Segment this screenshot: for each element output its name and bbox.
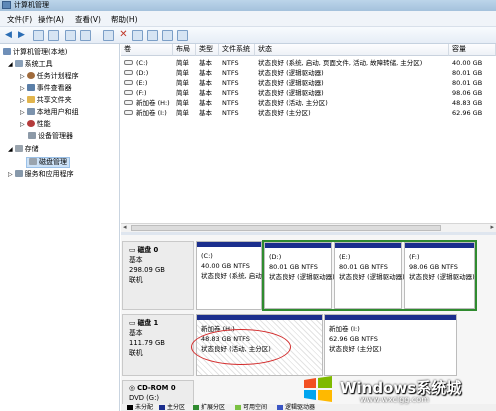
- legend-swatch-primary: [159, 405, 165, 410]
- partition-c[interactable]: (C:) 40.00 GB NTFS 状态良好 (系统, 启动: [196, 241, 262, 310]
- scroll-right-icon[interactable]: ▸: [490, 223, 494, 231]
- volume-row[interactable]: (C:) 简单 基本 NTFS 状态良好 (系统, 启动, 页面文件, 活动, …: [121, 58, 496, 68]
- tree-disk-management[interactable]: 磁盘管理: [26, 157, 70, 168]
- volume-list: 卷 布局 类型 文件系统 状态 容量 (C:) 简单 基本 NTFS 状态良好 …: [121, 44, 496, 232]
- logical-drive-bar: [335, 243, 401, 248]
- legend-swatch-logical: [277, 405, 283, 410]
- windows-logo-icon: [304, 376, 332, 402]
- drive-icon: [124, 100, 133, 105]
- show-hide-tree-icon[interactable]: [48, 30, 59, 41]
- disk-icon: ▭: [129, 246, 138, 254]
- column-layout[interactable]: 布局: [173, 44, 196, 56]
- clock-icon: [26, 72, 35, 79]
- tree-device-manager[interactable]: 设备管理器: [28, 132, 73, 141]
- event-viewer-icon: [26, 84, 35, 91]
- format-icon[interactable]: [177, 30, 188, 41]
- annotation-circle: [191, 329, 291, 365]
- tree-system-tools[interactable]: ◢ 系统工具: [8, 60, 53, 69]
- forward-icon[interactable]: ▶: [16, 30, 27, 41]
- tree-services-apps[interactable]: ▷ 服务和应用程序: [8, 170, 74, 179]
- tree-local-users[interactable]: ▷ 本地用户和组: [20, 108, 79, 117]
- disk-icon: ▭: [129, 319, 138, 327]
- users-icon: [26, 108, 35, 115]
- performance-icon: [26, 120, 35, 127]
- partition-e[interactable]: (E:) 80.01 GB NTFS 状态良好 (逻辑驱动器): [334, 242, 405, 309]
- legend-swatch-free: [235, 405, 241, 410]
- drive-icon: [124, 70, 133, 75]
- tree-shared-folders[interactable]: ▷ 共享文件夹: [20, 96, 72, 105]
- scrollbar-thumb[interactable]: [131, 225, 441, 231]
- logical-drive-bar: [405, 243, 474, 248]
- tree-task-scheduler[interactable]: ▷ 任务计划程序: [20, 72, 79, 81]
- device-manager-icon: [28, 132, 36, 139]
- services-icon: [14, 170, 23, 177]
- title-bar: 计算机管理: [0, 0, 496, 11]
- drive-icon: [124, 110, 133, 115]
- column-capacity[interactable]: 容量: [449, 44, 496, 56]
- drive-icon: [124, 60, 133, 65]
- primary-partition-bar: [197, 242, 261, 247]
- folder-icon: [26, 96, 35, 103]
- menu-action[interactable]: 操作(A): [38, 14, 64, 25]
- up-level-icon[interactable]: [33, 30, 44, 41]
- tree-performance[interactable]: ▷ 性能: [20, 120, 51, 129]
- disk-0-label[interactable]: ▭ 磁盘 0 基本 298.09 GB 联机: [122, 241, 194, 310]
- help-icon[interactable]: [65, 30, 76, 41]
- navigation-tree: 计算机管理(本地) ◢ 系统工具 ▷ 任务计划程序 ▷ 事件查看器 ▷ 共享文件夹 ▷ 本…: [0, 44, 120, 411]
- volume-row[interactable]: 新加卷 (I:) 简单 基本 NTFS 状态良好 (主分区) 62.96 GB: [121, 108, 496, 118]
- export-icon[interactable]: [147, 30, 158, 41]
- horizontal-scrollbar[interactable]: ◂ ▸: [121, 223, 496, 232]
- volume-row[interactable]: (D:) 简单 基本 NTFS 状态良好 (逻辑驱动器) 80.01 GB: [121, 68, 496, 78]
- search-icon[interactable]: [162, 30, 173, 41]
- cdrom-icon: ◎: [129, 384, 138, 392]
- legend-swatch-unallocated: [127, 405, 133, 410]
- column-status[interactable]: 状态: [255, 44, 449, 56]
- watermark-url: www.wxclgg.com: [360, 395, 429, 404]
- open-icon[interactable]: [132, 30, 143, 41]
- primary-partition-bar: [325, 315, 456, 320]
- menu-file[interactable]: 文件(F): [7, 14, 32, 25]
- scroll-left-icon[interactable]: ◂: [123, 223, 127, 231]
- computer-icon: [3, 48, 11, 55]
- tree-storage[interactable]: ◢ 存储: [8, 145, 39, 154]
- refresh-icon[interactable]: [103, 30, 114, 41]
- column-filesystem[interactable]: 文件系统: [219, 44, 255, 56]
- tree-root[interactable]: 计算机管理(本地): [3, 48, 67, 57]
- logical-drive-bar: [265, 243, 331, 248]
- tree-event-viewer[interactable]: ▷ 事件查看器: [20, 84, 72, 93]
- legend-swatch-extended: [193, 405, 199, 410]
- menu-bar: 文件(F) 操作(A) 查看(V) 帮助(H): [0, 11, 496, 27]
- cdrom-label[interactable]: ◎ CD-ROM 0 DVD (G:): [122, 380, 194, 406]
- volume-row[interactable]: 新加卷 (H:) 简单 基本 NTFS 状态良好 (活动, 主分区) 48.83…: [121, 98, 496, 108]
- column-type[interactable]: 类型: [196, 44, 219, 56]
- drive-icon: [124, 90, 133, 95]
- delete-icon[interactable]: ✕: [118, 30, 129, 41]
- volume-row[interactable]: (F:) 简单 基本 NTFS 状态良好 (逻辑驱动器) 98.06 GB: [121, 88, 496, 98]
- volume-row[interactable]: (E:) 简单 基本 NTFS 状态良好 (逻辑驱动器) 80.01 GB: [121, 78, 496, 88]
- column-volume[interactable]: 卷: [121, 44, 173, 56]
- partition-f[interactable]: (F:) 98.06 GB NTFS 状态良好 (逻辑驱动器): [404, 242, 475, 309]
- disk-management-icon: [29, 158, 37, 165]
- partition-d[interactable]: (D:) 80.01 GB NTFS 状态良好 (逻辑驱动器): [264, 242, 335, 309]
- storage-icon: [14, 145, 23, 152]
- menu-view[interactable]: 查看(V): [75, 14, 101, 25]
- toolbar: ◀ ▶ ✕: [0, 27, 496, 44]
- properties-icon[interactable]: [80, 30, 91, 41]
- menu-help[interactable]: 帮助(H): [111, 14, 138, 25]
- tools-icon: [14, 60, 23, 67]
- disk-1-label[interactable]: ▭ 磁盘 1 基本 111.79 GB 联机: [122, 314, 194, 376]
- drive-icon: [124, 80, 133, 85]
- window-title: 计算机管理: [14, 1, 49, 9]
- partition-i[interactable]: 新加卷 (I:) 62.96 GB NTFS 状态良好 (主分区): [324, 314, 457, 376]
- computer-management-icon: [2, 1, 11, 9]
- back-icon[interactable]: ◀: [3, 30, 14, 41]
- primary-partition-bar: [197, 315, 322, 320]
- watermark: Windows系统城 www.wxclgg.com: [300, 373, 490, 407]
